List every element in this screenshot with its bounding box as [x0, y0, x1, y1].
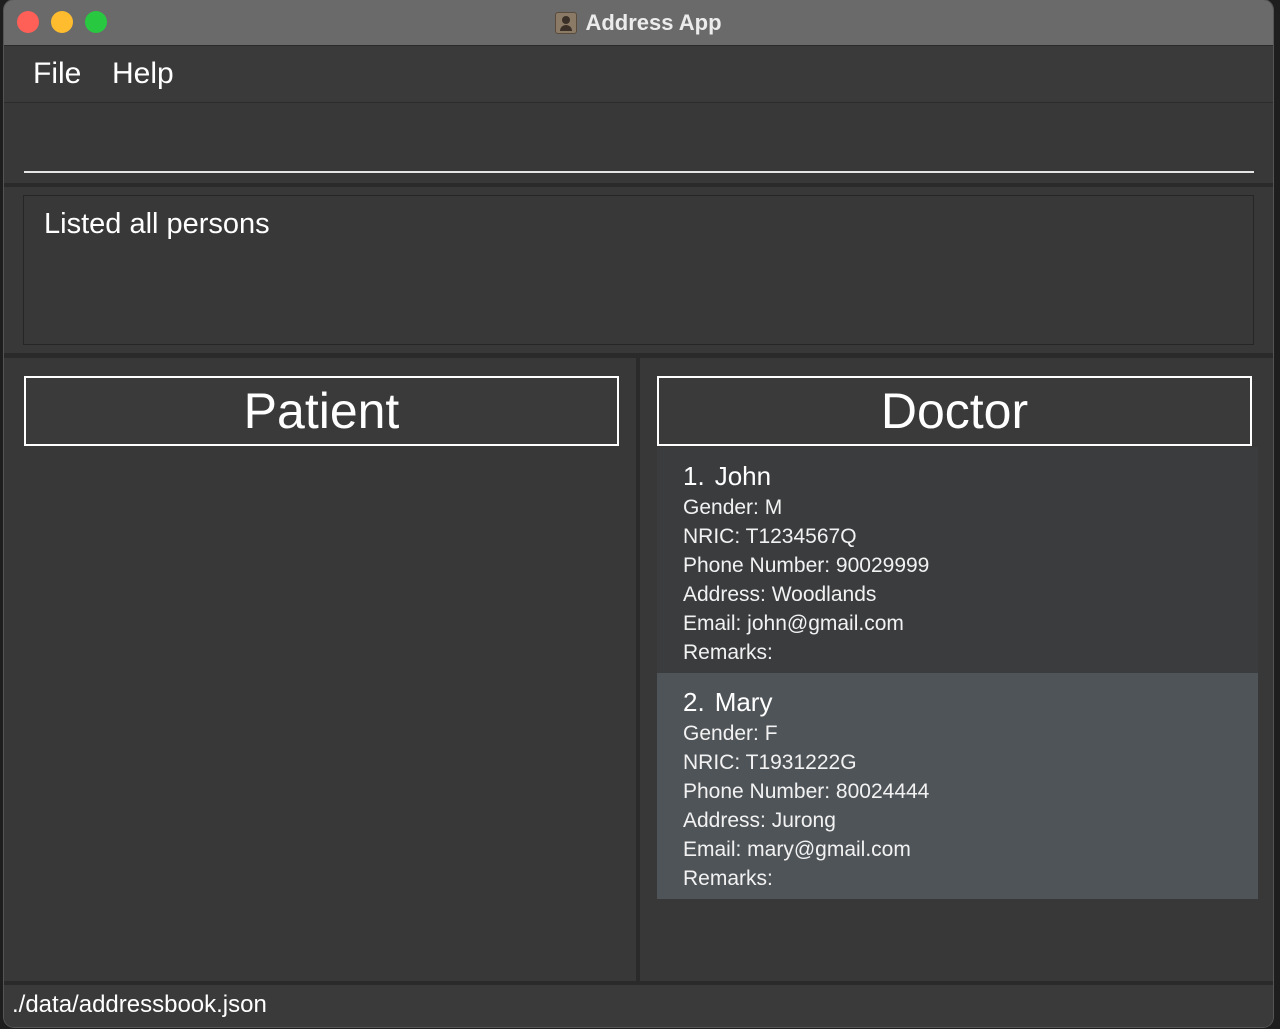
doctor-remarks: Remarks:: [683, 641, 773, 664]
doctor-gender: Gender: F: [683, 722, 778, 745]
list-panels: Patient Doctor 1. John Gender: M NRIC: T1…: [4, 358, 1273, 981]
doctor-name: John: [714, 461, 772, 491]
menu-bar: File Help: [4, 46, 1273, 103]
doctor-name: Mary: [714, 687, 773, 717]
menu-help[interactable]: Help: [112, 57, 174, 91]
result-display: Listed all persons: [23, 195, 1254, 345]
doctor-index: 2.: [683, 687, 705, 717]
result-message: Listed all persons: [44, 208, 270, 240]
result-display-area: Listed all persons: [4, 187, 1273, 354]
doctor-name-row: 2. Mary: [683, 685, 1258, 719]
doctor-address: Address: Woodlands: [683, 583, 877, 606]
patient-panel-header: Patient: [24, 376, 619, 446]
address-book-icon: [555, 11, 578, 34]
doctor-card[interactable]: 1. John Gender: M NRIC: T1234567Q Phone N…: [657, 447, 1258, 673]
window-title-group: Address App: [4, 0, 1273, 45]
doctor-name-row: 1. John: [683, 459, 1258, 493]
save-file-path: ./data/addressbook.json: [12, 991, 267, 1018]
doctor-nric: NRIC: T1931222G: [683, 751, 857, 774]
doctor-panel-header: Doctor: [657, 376, 1252, 446]
command-input[interactable]: [24, 103, 1254, 173]
status-bar: ./data/addressbook.json: [4, 985, 1273, 1027]
app-window: Address App File Help Listed all persons…: [4, 0, 1273, 1027]
panel-split-divider[interactable]: [636, 358, 640, 981]
doctor-index: 1.: [683, 461, 705, 491]
window-title: Address App: [585, 9, 722, 35]
doctor-address: Address: Jurong: [683, 809, 836, 832]
doctor-email: Email: mary@gmail.com: [683, 838, 911, 861]
command-box: [4, 103, 1273, 183]
title-bar[interactable]: Address App: [4, 0, 1273, 46]
doctor-remarks: Remarks:: [683, 867, 773, 890]
doctor-gender: Gender: M: [683, 496, 783, 519]
menu-file[interactable]: File: [33, 57, 81, 91]
doctor-email: Email: john@gmail.com: [683, 612, 904, 635]
doctor-phone: Phone Number: 80024444: [683, 780, 930, 803]
doctor-nric: NRIC: T1234567Q: [683, 525, 857, 548]
doctor-phone: Phone Number: 90029999: [683, 554, 930, 577]
doctor-card-selected[interactable]: 2. Mary Gender: F NRIC: T1931222G Phone N…: [657, 673, 1258, 899]
